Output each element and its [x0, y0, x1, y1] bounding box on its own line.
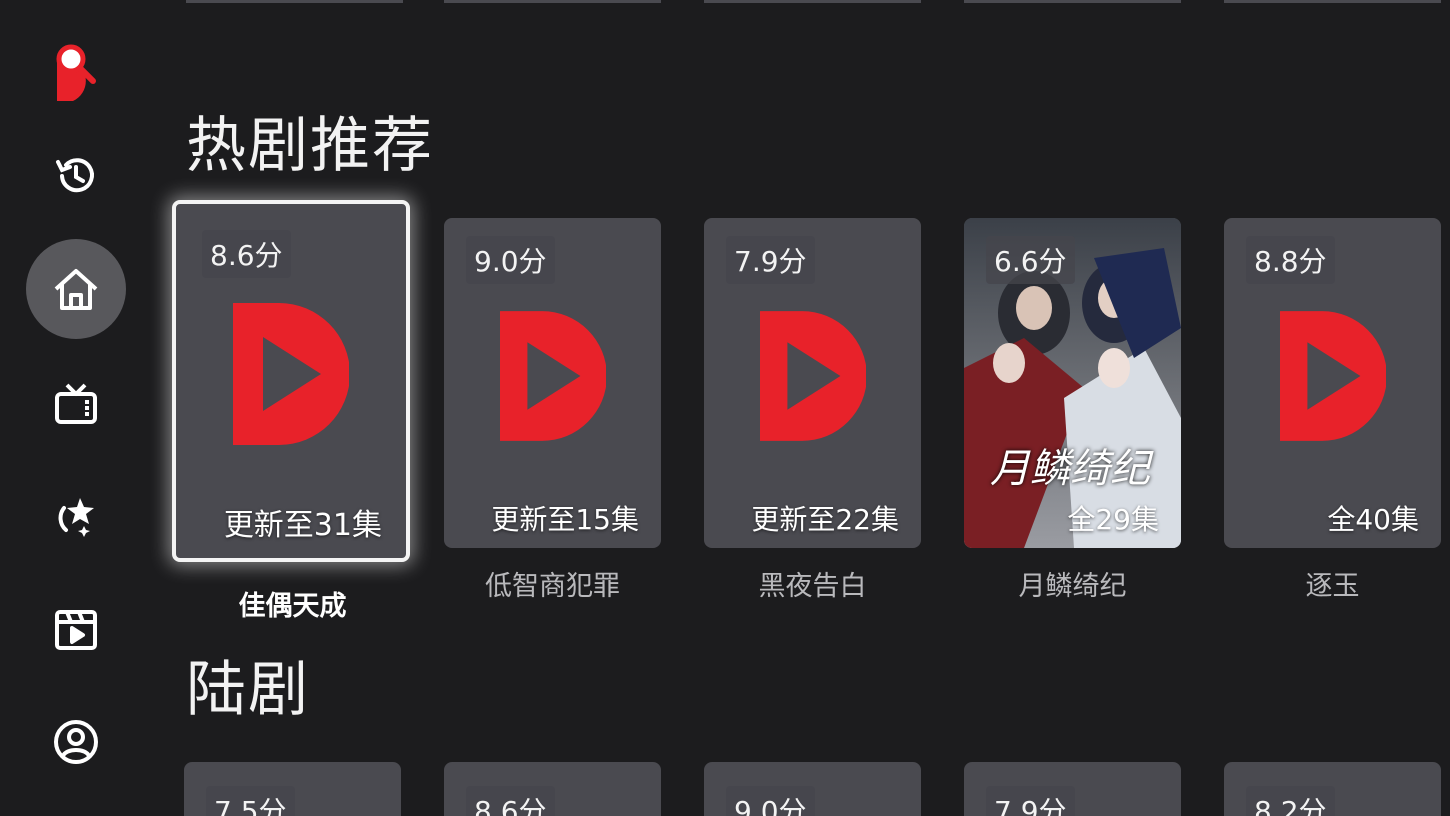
sidebar: [0, 0, 150, 816]
nav-home[interactable]: [26, 239, 126, 339]
play-logo-icon: [233, 302, 349, 445]
star-sparkle-icon: [58, 498, 94, 537]
clapperboard-icon: [55, 610, 97, 650]
rating-badge: 7.9分: [986, 786, 1075, 816]
section-title-hot-dramas: 热剧推荐: [186, 111, 434, 181]
user-icon: [54, 720, 98, 764]
rating-badge: 7.9分: [726, 236, 815, 284]
drama-title: 低智商犯罪: [485, 571, 620, 602]
previous-row-edge: [444, 0, 661, 3]
rating-badge: 7.5分: [206, 786, 295, 816]
rating-badge: 8.6分: [202, 230, 291, 278]
drama-card[interactable]: 7.9分: [964, 762, 1181, 816]
drama-card[interactable]: 9.0分 更新至15集: [444, 218, 661, 548]
section-title-mainland-dramas: 陆剧: [186, 655, 310, 725]
drama-card[interactable]: 8.8分 全40集: [1224, 218, 1441, 548]
episode-count: 全29集: [1067, 503, 1159, 536]
rating-badge: 8.8分: [1246, 236, 1335, 284]
episode-count: 更新至15集: [491, 503, 639, 536]
previous-row-edge: [704, 0, 921, 3]
drama-card[interactable]: 8.2分: [1224, 762, 1441, 816]
nav-search[interactable]: [26, 22, 126, 122]
rating-badge: 6.6分: [986, 236, 1075, 284]
drama-card[interactable]: 8.6分: [444, 762, 661, 816]
previous-row-edge: [186, 0, 403, 3]
drama-title: 佳偶天成: [238, 591, 347, 622]
rating-badge: 9.0分: [726, 786, 815, 816]
drama-title: 黑夜告白: [758, 571, 867, 602]
drama-title: 逐玉: [1305, 571, 1360, 602]
tv-icon: [55, 383, 97, 424]
rating-badge: 8.2分: [1246, 786, 1335, 816]
nav-history[interactable]: [26, 126, 126, 226]
drama-card[interactable]: 8.6分 更新至31集: [172, 200, 410, 562]
history-icon: [56, 158, 94, 193]
previous-row-edge: [964, 0, 1181, 3]
rating-badge: 8.6分: [466, 786, 555, 816]
play-logo-icon: [1279, 311, 1386, 442]
episode-count: 更新至31集: [223, 508, 382, 543]
nav-tv[interactable]: [26, 354, 126, 454]
nav-movie[interactable]: [26, 580, 126, 680]
drama-card[interactable]: 7.9分 更新至22集: [704, 218, 921, 548]
drama-title: 月鳞绮纪: [1018, 571, 1127, 602]
play-logo-icon: [759, 311, 866, 442]
poster-title-text: 月鳞绮纪: [990, 446, 1150, 492]
drama-card[interactable]: 7.5分: [184, 762, 401, 816]
episode-count: 全40集: [1327, 503, 1419, 536]
rating-badge: 9.0分: [466, 236, 555, 284]
nav-variety[interactable]: [26, 466, 126, 566]
play-logo-icon: [499, 311, 606, 442]
episode-count: 更新至22集: [751, 503, 899, 536]
drama-card[interactable]: 月鳞绮纪 6.6分 全29集: [964, 218, 1181, 548]
nav-profile[interactable]: [26, 692, 126, 792]
search-logo-icon: [56, 44, 96, 101]
previous-row-edge: [1224, 0, 1441, 3]
home-icon: [54, 269, 98, 310]
drama-card[interactable]: 9.0分: [704, 762, 921, 816]
